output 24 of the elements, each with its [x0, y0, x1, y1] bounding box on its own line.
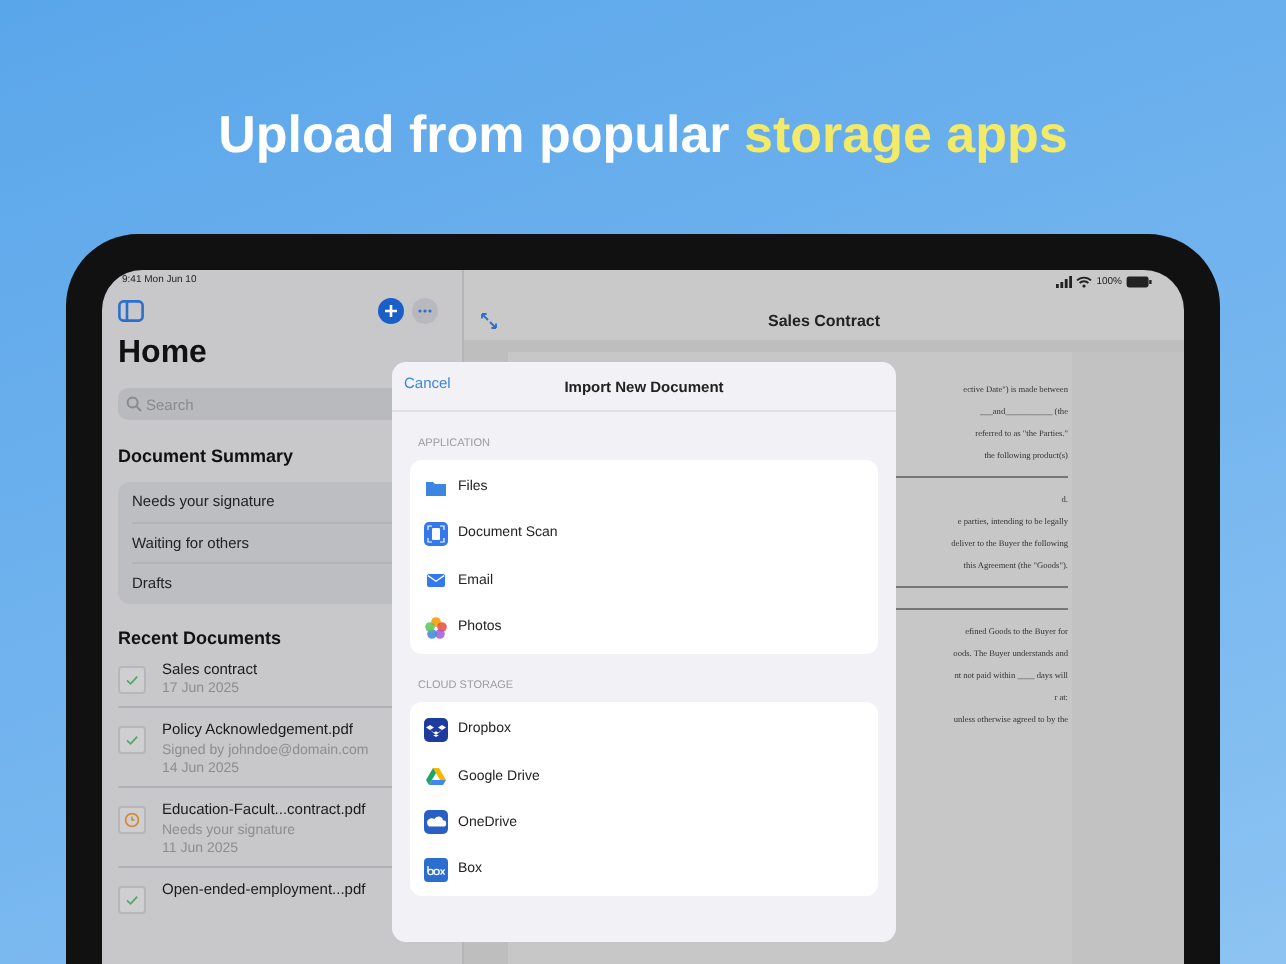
expand-icon[interactable]	[480, 311, 498, 329]
check-icon	[118, 726, 146, 754]
signal-icon	[1056, 276, 1073, 288]
box-logo-icon	[424, 857, 448, 882]
dropbox-icon	[424, 717, 448, 742]
mail-icon	[424, 568, 448, 593]
add-icon[interactable]	[378, 298, 404, 324]
clock-icon	[118, 806, 146, 834]
section-heading: Recent Documents	[118, 627, 284, 647]
headline: Upload from popular storage apps	[216, 102, 1070, 168]
wifi-icon	[1076, 276, 1093, 288]
document-title: Sales Contract	[765, 311, 883, 329]
page-title: Home	[118, 336, 209, 372]
cloud-icon	[424, 810, 448, 835]
check-icon	[118, 665, 146, 693]
search-icon	[126, 396, 142, 412]
check-icon	[118, 886, 146, 914]
more-icon[interactable]	[412, 298, 438, 324]
scan-icon	[424, 521, 448, 546]
section-heading: Document Summary	[118, 446, 296, 466]
flower-icon	[424, 615, 448, 640]
drive-icon	[424, 764, 448, 789]
sidebar-toggle-icon[interactable]	[118, 300, 144, 322]
battery-icon	[1126, 276, 1152, 288]
